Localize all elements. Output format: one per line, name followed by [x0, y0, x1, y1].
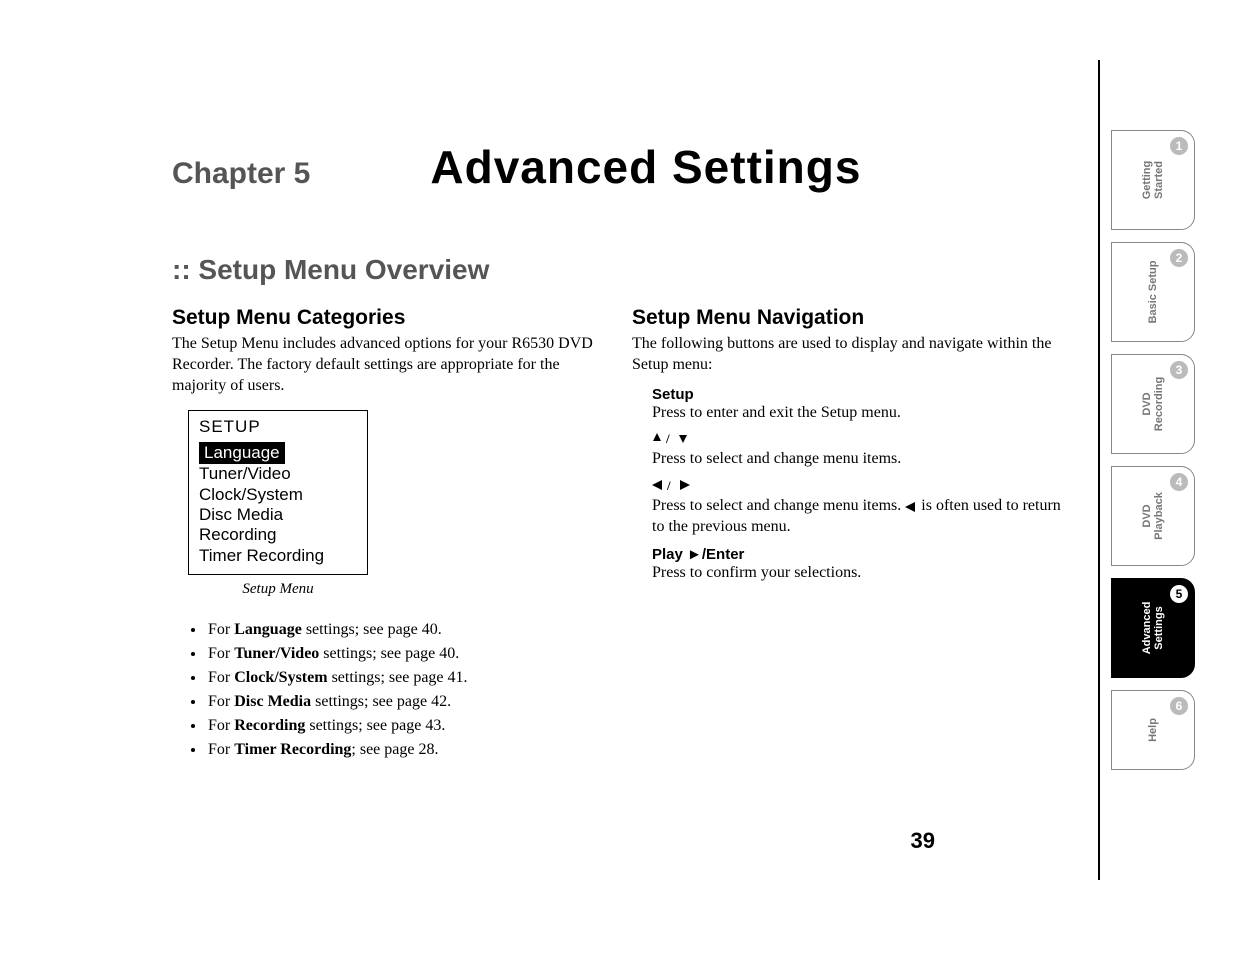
left-subheading: Setup Menu Categories	[172, 306, 602, 330]
chapter-label: Chapter 5	[172, 157, 310, 191]
side-tab-strip: 1 GettingStarted 2 Basic Setup 3 DVDReco…	[1111, 130, 1195, 770]
menu-item-disc-media: Disc Media	[199, 505, 357, 525]
tab-label: Help	[1147, 718, 1159, 742]
setup-menu-title: SETUP	[199, 417, 357, 437]
tab-label: Basic Setup	[1147, 261, 1159, 324]
up-down-arrow-icon: /	[652, 431, 1062, 449]
ref-item: For Recording settings; see page 43.	[206, 714, 602, 738]
left-arrow-icon	[905, 502, 917, 512]
reference-list: For Language settings; see page 40. For …	[172, 618, 602, 762]
tab-label: DVDPlayback	[1141, 492, 1165, 540]
tab-label: GettingStarted	[1141, 161, 1165, 200]
left-column: Setup Menu Categories The Setup Menu inc…	[172, 306, 602, 762]
nav-term-play-enter: Play ►/Enter	[652, 546, 1062, 563]
tab-number-badge: 4	[1170, 473, 1188, 491]
svg-text:/: /	[666, 478, 671, 492]
figure-caption: Setup Menu	[188, 581, 368, 598]
ref-item: For Language settings; see page 40.	[206, 618, 602, 642]
menu-item-clock-system: Clock/System	[199, 485, 357, 505]
nav-desc: Press to select and change menu items. i…	[652, 496, 1062, 538]
right-column: Setup Menu Navigation The following butt…	[632, 306, 1062, 762]
tab-basic-setup[interactable]: 2 Basic Setup	[1111, 242, 1195, 342]
setup-menu-figure: SETUP Language Tuner/Video Clock/System …	[188, 410, 602, 598]
tab-label: AdvancedSettings	[1141, 602, 1165, 655]
tab-label: DVDRecording	[1141, 377, 1165, 431]
nav-desc: Press to enter and exit the Setup menu.	[652, 403, 1062, 424]
page-edge-line	[1098, 60, 1100, 880]
left-right-arrow-icon: /	[652, 478, 1062, 496]
tab-number-badge: 2	[1170, 249, 1188, 267]
svg-text:/: /	[665, 431, 670, 445]
section-heading: :: Setup Menu Overview	[0, 204, 1105, 296]
page: Chapter 5 Advanced Settings :: Setup Men…	[0, 0, 1105, 954]
chapter-title: Advanced Settings	[430, 140, 861, 194]
right-subheading: Setup Menu Navigation	[632, 306, 1062, 330]
nav-desc: Press to select and change menu items.	[652, 449, 1062, 470]
ref-item: For Disc Media settings; see page 42.	[206, 690, 602, 714]
chapter-header: Chapter 5 Advanced Settings	[0, 60, 1105, 204]
page-number: 39	[911, 828, 935, 854]
navigation-list: Setup Press to enter and exit the Setup …	[632, 386, 1062, 584]
menu-item-tuner-video: Tuner/Video	[199, 464, 357, 484]
ref-item: For Tuner/Video settings; see page 40.	[206, 642, 602, 666]
menu-item-recording: Recording	[199, 525, 357, 545]
menu-item-timer-recording: Timer Recording	[199, 546, 357, 566]
tab-number-badge: 6	[1170, 697, 1188, 715]
tab-help[interactable]: 6 Help	[1111, 690, 1195, 770]
tab-dvd-recording[interactable]: 3 DVDRecording	[1111, 354, 1195, 454]
left-intro: The Setup Menu includes advanced options…	[172, 334, 602, 396]
tab-number-badge: 5	[1170, 585, 1188, 603]
right-intro: The following buttons are used to displa…	[632, 334, 1062, 376]
content-columns: Setup Menu Categories The Setup Menu inc…	[0, 296, 1105, 762]
tab-advanced-settings[interactable]: 5 AdvancedSettings	[1111, 578, 1195, 678]
tab-getting-started[interactable]: 1 GettingStarted	[1111, 130, 1195, 230]
ref-item: For Timer Recording; see page 28.	[206, 738, 602, 762]
nav-desc: Press to confirm your selections.	[652, 563, 1062, 584]
tab-dvd-playback[interactable]: 4 DVDPlayback	[1111, 466, 1195, 566]
setup-menu-box: SETUP Language Tuner/Video Clock/System …	[188, 410, 368, 575]
menu-item-language: Language	[199, 442, 285, 464]
ref-item: For Clock/System settings; see page 41.	[206, 666, 602, 690]
tab-number-badge: 3	[1170, 361, 1188, 379]
tab-number-badge: 1	[1170, 137, 1188, 155]
nav-term-setup: Setup	[652, 386, 1062, 403]
